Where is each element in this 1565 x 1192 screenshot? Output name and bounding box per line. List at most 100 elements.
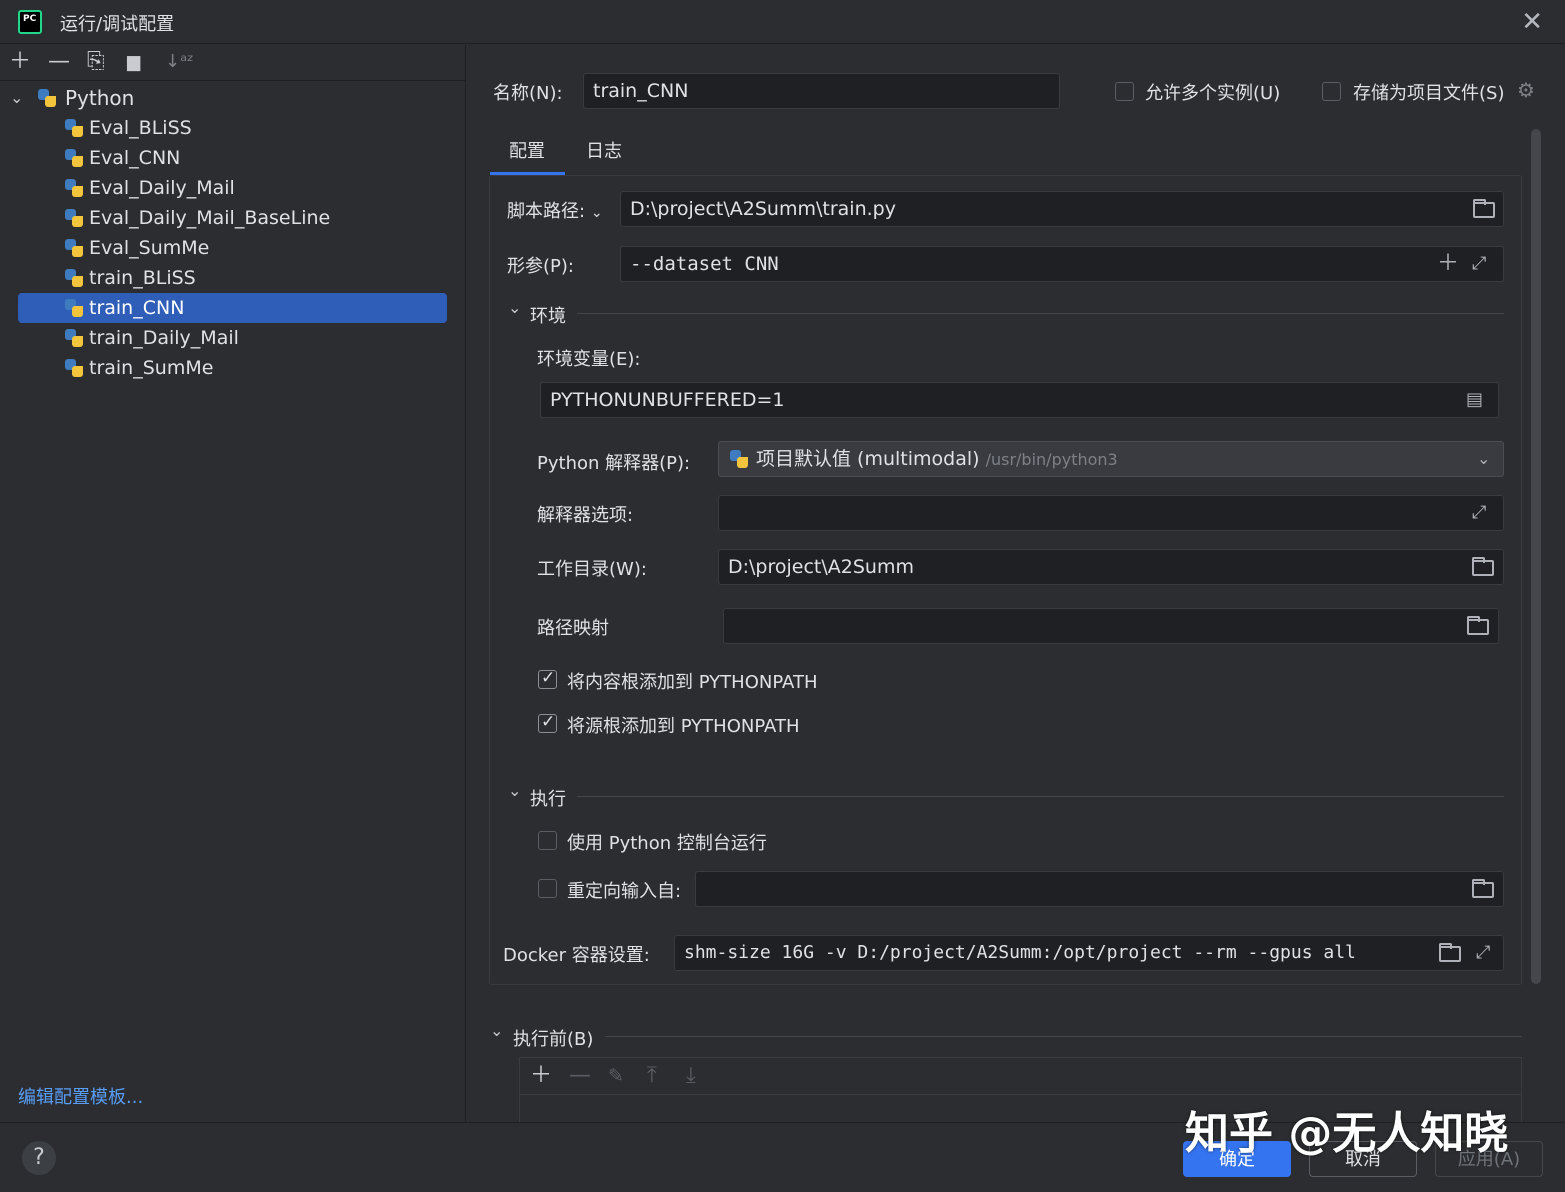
store-as-file-checkbox[interactable] — [1322, 82, 1341, 101]
folder-icon[interactable] — [1467, 616, 1489, 635]
tree-root-python[interactable]: ⌄ Python — [0, 83, 466, 113]
before-launch-title: 执行前(B) — [513, 1029, 594, 1050]
script-path-input[interactable]: D:\project\A2Summ\train.py — [620, 191, 1504, 227]
tree-item[interactable]: Eval_SumMe — [0, 233, 466, 263]
workdir-input[interactable]: D:\project\A2Summ — [718, 549, 1504, 585]
tree-item[interactable]: train_BLiSS — [0, 263, 466, 293]
tree-item[interactable]: train_Daily_Mail — [0, 323, 466, 353]
title-bar: PC 运行/调试配置 ✕ — [0, 0, 1565, 44]
env-section-title: 环境 — [530, 306, 566, 327]
folder-icon[interactable] — [1472, 557, 1494, 576]
add-icon[interactable]: ＋ — [1437, 247, 1459, 281]
configuration-editor: 名称(N): train_CNN 允许多个实例(U) 存储为项目文件(S) ⚙ … — [467, 45, 1565, 1127]
redirect-input-field[interactable] — [695, 871, 1504, 907]
tree-item-label: Eval_Daily_Mail — [89, 177, 235, 199]
python-icon — [65, 149, 83, 167]
workdir-value: D:\project\A2Summ — [728, 556, 914, 578]
sidebar-toolbar: ＋ — ⎘ ▆ ↓ᵃᶻ — [0, 45, 466, 81]
add-icon[interactable]: ＋ — [530, 1064, 552, 1088]
section-divider — [605, 1036, 1522, 1037]
scrollbar[interactable] — [1531, 129, 1541, 984]
tab-config[interactable]: 配置 — [509, 137, 545, 163]
new-folder-icon[interactable]: ▆ — [127, 50, 140, 74]
list-icon[interactable]: ▤ — [1466, 383, 1483, 417]
tree-item[interactable]: Eval_Daily_Mail_BaseLine — [0, 203, 466, 233]
tree-item-selected[interactable]: train_CNN — [0, 293, 466, 323]
store-as-file-label: 存储为项目文件(S) — [1353, 83, 1505, 104]
tree-item-label: Eval_CNN — [89, 147, 181, 169]
name-input[interactable]: train_CNN — [583, 73, 1060, 109]
remove-icon[interactable]: — — [48, 50, 70, 74]
window-title: 运行/调试配置 — [60, 14, 175, 35]
docker-value: shm-size 16G -v D:/project/A2Summ:/opt/p… — [684, 942, 1356, 963]
remove-icon: — — [569, 1063, 591, 1088]
add-source-roots-checkbox[interactable] — [538, 712, 557, 733]
python-icon — [38, 89, 56, 107]
pycharm-logo-icon: PC — [18, 10, 42, 34]
params-value: --dataset CNN — [630, 253, 779, 275]
chevron-down-icon[interactable]: ⌄ — [508, 781, 521, 800]
expand-icon[interactable]: ⤢ — [1472, 496, 1486, 530]
add-icon[interactable]: ＋ — [9, 50, 31, 74]
tree-item[interactable]: Eval_CNN — [0, 143, 466, 173]
tab-logs[interactable]: 日志 — [586, 137, 622, 163]
add-source-roots-label: 将源根添加到 PYTHONPATH — [567, 716, 800, 737]
expand-icon[interactable]: ⤢ — [1472, 936, 1495, 970]
script-path-label[interactable]: 脚本路径: ⌄ — [507, 197, 603, 223]
add-content-roots-checkbox[interactable] — [538, 668, 557, 689]
section-divider — [577, 796, 1504, 797]
edit-icon: ✎ — [608, 1065, 624, 1087]
env-vars-input[interactable]: PYTHONUNBUFFERED=1 ▤ — [540, 382, 1499, 418]
sort-icon[interactable]: ↓ᵃᶻ — [165, 50, 194, 74]
redirect-input-checkbox[interactable] — [538, 879, 557, 898]
tree-item-label: train_CNN — [89, 297, 185, 319]
redirect-input-label: 重定向输入自: — [567, 881, 682, 902]
move-up-icon: ⤒ — [647, 1063, 657, 1088]
path-mapping-input[interactable] — [723, 608, 1499, 644]
tree-item-label: train_BLiSS — [89, 267, 196, 289]
close-icon[interactable]: ✕ — [1521, 9, 1543, 35]
tree-item[interactable]: Eval_BLiSS — [0, 113, 466, 143]
params-input[interactable]: --dataset CNN ＋ ⤢ — [620, 246, 1504, 282]
docker-input[interactable]: shm-size 16G -v D:/project/A2Summ:/opt/p… — [674, 935, 1504, 971]
tree-item[interactable]: Eval_Daily_Mail — [0, 173, 466, 203]
use-console-checkbox[interactable] — [538, 831, 557, 850]
path-mapping-label: 路径映射 — [537, 618, 609, 639]
chevron-down-icon: ⌄ — [590, 205, 603, 221]
tree-item-label: Eval_SumMe — [89, 237, 210, 259]
chevron-down-icon[interactable]: ⌄ — [1477, 442, 1490, 476]
add-content-roots-label: 将内容根添加到 PYTHONPATH — [567, 672, 818, 693]
move-down-icon: ⤓ — [686, 1063, 696, 1088]
interp-options-input[interactable]: ⤢ — [718, 495, 1504, 531]
python-icon — [65, 179, 83, 197]
gear-icon[interactable]: ⚙ — [1517, 78, 1535, 102]
expand-icon[interactable]: ⤢ — [1472, 247, 1486, 281]
interpreter-path: /usr/bin/python3 — [985, 450, 1118, 469]
watermark: 知乎 @无人知晓 — [1185, 1108, 1509, 1159]
chevron-down-icon[interactable]: ⌄ — [490, 1021, 503, 1040]
python-icon — [730, 450, 748, 468]
python-icon — [65, 299, 83, 317]
tree-item-label: train_SumMe — [89, 357, 214, 379]
allow-multiple-label: 允许多个实例(U) — [1145, 83, 1281, 104]
interpreter-select[interactable]: 项目默认值 (multimodal) /usr/bin/python3 ⌄ — [718, 441, 1504, 477]
chevron-down-icon[interactable]: ⌄ — [10, 83, 23, 113]
folder-icon[interactable] — [1439, 943, 1461, 962]
configurations-sidebar: ＋ — ⎘ ▆ ↓ᵃᶻ ⌄ Python Eval_BLiSS Eval_CNN… — [0, 45, 466, 1122]
copy-icon[interactable]: ⎘ — [87, 50, 105, 74]
tree-root-label: Python — [65, 86, 135, 110]
use-console-label: 使用 Python 控制台运行 — [567, 833, 767, 854]
tree-item[interactable]: train_SumMe — [0, 353, 466, 383]
script-path-value: D:\project\A2Summ\train.py — [630, 198, 896, 220]
folder-icon[interactable] — [1472, 879, 1494, 898]
name-label: 名称(N): — [493, 83, 563, 104]
interp-options-label: 解释器选项: — [537, 505, 634, 526]
edit-templates-link[interactable]: 编辑配置模板... — [18, 1083, 143, 1109]
chevron-down-icon[interactable]: ⌄ — [508, 298, 521, 317]
folder-icon[interactable] — [1473, 199, 1495, 218]
help-button[interactable]: ? — [22, 1141, 56, 1175]
workdir-label: 工作目录(W): — [537, 559, 647, 580]
python-icon — [65, 239, 83, 257]
allow-multiple-checkbox[interactable] — [1115, 82, 1134, 101]
section-divider — [577, 313, 1504, 314]
